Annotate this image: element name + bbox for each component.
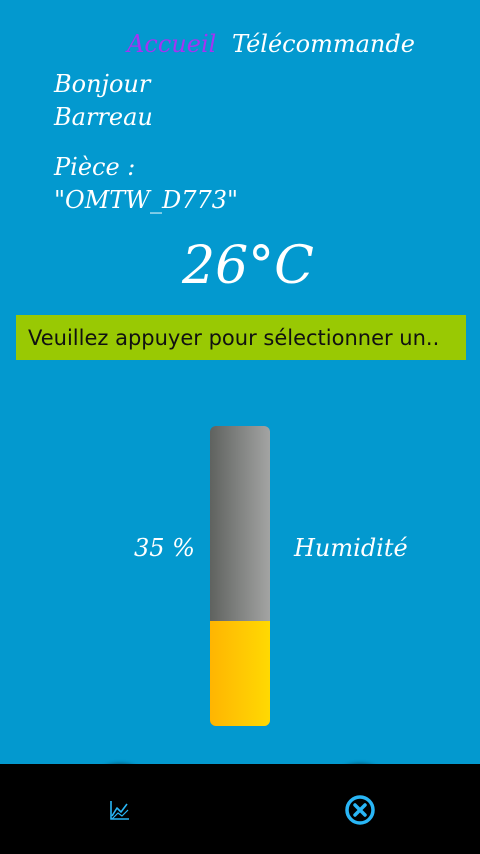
close-button[interactable] [315,765,405,854]
room-name: "OMTW_D773" [54,186,239,214]
greeting: Bonjour Barreau [54,68,314,134]
room-label: Pièce : [54,153,136,181]
bottom-bar [0,764,480,854]
close-circle-icon [344,794,376,826]
device-selector[interactable]: Veuillez appuyer pour sélectionner un.. [16,315,466,360]
humidity-label: Humidité [294,534,408,562]
nav-remote-link[interactable]: Télécommande [232,30,415,58]
top-nav: Accueil Télécommande [0,30,480,58]
device-selector-text: Veuillez appuyer pour sélectionner un.. [28,325,440,350]
humidity-gauge [210,426,270,726]
chart-button[interactable] [75,765,165,854]
humidity-value: 35 % [134,534,195,562]
humidity-gauge-fill [210,621,270,726]
chart-icon [109,799,131,821]
room-info: Pièce : "OMTW_D773" [54,151,354,217]
greeting-line1: Bonjour [54,70,151,98]
temperature-value: 26°C [182,236,314,296]
nav-home-link[interactable]: Accueil [127,30,216,58]
greeting-user-name: Barreau [54,103,153,131]
